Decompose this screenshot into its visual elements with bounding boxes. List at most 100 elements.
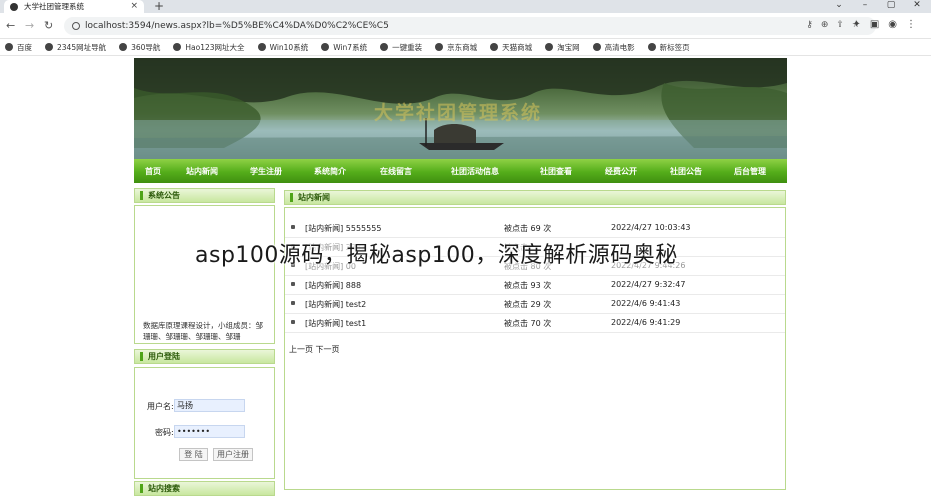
site-info-icon[interactable] — [72, 22, 80, 30]
bookmark-label: 新标签页 — [659, 42, 690, 52]
nav-item[interactable]: 社团公告 — [670, 166, 702, 177]
header-bar-icon — [290, 193, 293, 202]
globe-icon — [257, 43, 266, 51]
globe-icon — [119, 43, 128, 51]
bookmark-label: 一键重装 — [392, 42, 423, 52]
globe-icon — [45, 43, 53, 51]
globe-icon — [435, 43, 444, 51]
post-time: 2022/4/6 9:41:29 — [611, 318, 681, 327]
maximize-icon[interactable]: ▢ — [878, 0, 904, 10]
news-row[interactable]: [站内新闻] test1 被点击 70 次 2022/4/6 9:41:29 — [285, 314, 785, 333]
header-bar-icon — [140, 484, 143, 493]
favicon-icon — [10, 2, 18, 11]
nav-item[interactable]: 系统简介 — [314, 166, 346, 177]
bookmark-item[interactable]: 360导航 — [119, 42, 160, 53]
post-time: 2022/4/27 10:03:43 — [611, 223, 691, 232]
login-panel: 用户名: 马扬 密码: ••••••• 登 陆 用户注册 — [134, 367, 275, 479]
password-label: 密码: — [155, 428, 174, 437]
forward-icon[interactable]: → — [25, 19, 34, 32]
bookmark-label: 京东商城 — [447, 42, 478, 52]
nav-item[interactable]: 学生注册 — [250, 166, 282, 177]
share-icon[interactable]: ⇪ — [836, 20, 852, 30]
dropdown-icon[interactable]: ⌄ — [826, 0, 852, 10]
web-page: 大学社团管理系统 首页 站内新闻 学生注册 系统简介 在线留言 社团活动信息 社团查看 经费公… — [134, 58, 787, 496]
bookmark-label: 高清电影 — [604, 42, 635, 52]
address-bar: ← → ↻ localhost:3594/news.aspx?lb=%D5%BE… — [0, 13, 931, 39]
url-field[interactable]: localhost:3594/news.aspx?lb=%D5%BE%C4%DA… — [64, 17, 876, 35]
nav-item[interactable]: 在线留言 — [380, 166, 412, 177]
notice-title: 系统公告 — [148, 191, 180, 200]
bullet-icon — [291, 225, 295, 229]
bookmark-label: 淘宝网 — [557, 42, 580, 52]
tab-strip: 大学社团管理系统 × + ⌄ – ▢ ✕ — [0, 0, 931, 13]
main-nav: 首页 站内新闻 学生注册 系统简介 在线留言 社团活动信息 社团查看 经费公开 社团公告 后台管理 — [134, 159, 787, 183]
news-row[interactable]: [站内新闻] test2 被点击 29 次 2022/4/6 9:41:43 — [285, 295, 785, 314]
bookmark-item[interactable]: 京东商城 — [435, 42, 477, 53]
nav-item[interactable]: 社团活动信息 — [451, 166, 499, 177]
nav-item[interactable]: 社团查看 — [540, 166, 572, 177]
nav-item[interactable]: 首页 — [145, 166, 161, 177]
close-window-icon[interactable]: ✕ — [904, 0, 930, 10]
reload-icon[interactable]: ↻ — [44, 19, 53, 32]
bookmark-item[interactable]: 2345网址导航 — [45, 42, 106, 53]
bookmark-item[interactable]: 新标签页 — [647, 42, 690, 53]
menu-icon[interactable]: ⋮ — [906, 19, 925, 30]
bookmark-item[interactable]: 天猫商城 — [490, 42, 532, 53]
banner-title: 大学社团管理系统 — [374, 102, 543, 124]
username-label: 用户名: — [147, 402, 174, 411]
bookmark-item[interactable]: Hao123网址大全 — [173, 42, 245, 53]
browser-tab[interactable]: 大学社团管理系统 × — [4, 0, 144, 13]
extensions-icon[interactable]: ✦ — [852, 19, 869, 30]
news-title-link[interactable]: [站内新闻] test1 — [305, 318, 366, 329]
bookmark-item[interactable]: Win10系统 — [257, 42, 308, 53]
notice-text: 数据库原理课程设计，小组成员：邹珊珊、邹珊珊、邹珊珊、邹珊 — [143, 321, 263, 341]
register-button[interactable]: 用户注册 — [213, 448, 253, 461]
globe-icon — [545, 43, 554, 51]
sidepanel-icon[interactable]: ▣ — [870, 19, 888, 30]
post-time: 2022/4/6 9:41:43 — [611, 299, 681, 308]
click-count: 被点击 69 次 — [504, 224, 552, 233]
url-text: localhost:3594/news.aspx?lb=%D5%BE%C4%DA… — [85, 21, 389, 31]
click-count: 被点击 29 次 — [504, 300, 552, 309]
bullet-icon — [291, 282, 295, 286]
globe-icon — [321, 43, 330, 51]
news-title-link[interactable]: [站内新闻] test2 — [305, 299, 366, 310]
news-title: 站内新闻 — [298, 193, 330, 202]
key-icon[interactable]: ⚷ — [806, 20, 821, 30]
close-tab-icon[interactable]: × — [130, 1, 138, 11]
username-input[interactable]: 马扬 — [174, 399, 245, 412]
login-button[interactable]: 登 陆 — [179, 448, 208, 461]
search-title: 站内搜索 — [148, 484, 180, 493]
bullet-icon — [291, 320, 295, 324]
bookmark-item[interactable]: 高清电影 — [592, 42, 635, 53]
new-tab-icon[interactable]: + — [154, 0, 164, 13]
news-title-link[interactable]: [站内新闻] 888 — [305, 280, 361, 291]
globe-icon — [5, 43, 13, 51]
pager[interactable]: 上一页 下一页 — [289, 344, 340, 355]
header-bar-icon — [140, 191, 143, 200]
profile-icon[interactable]: ◉ — [888, 19, 906, 30]
notice-panel: 数据库原理课程设计，小组成员：邹珊珊、邹珊珊、邹珊珊、邹珊 — [134, 205, 275, 344]
bookmark-item[interactable]: 淘宝网 — [545, 42, 580, 53]
bookmark-label: Win7系统 — [333, 42, 368, 52]
back-icon[interactable]: ← — [6, 19, 15, 32]
bookmark-label: 2345网址导航 — [57, 42, 107, 52]
nav-item[interactable]: 后台管理 — [734, 166, 766, 177]
password-input[interactable]: ••••••• — [174, 425, 245, 438]
news-row[interactable]: [站内新闻] 5555555 被点击 69 次 2022/4/27 10:03:43 — [285, 219, 785, 238]
bookmark-label: Hao123网址大全 — [185, 42, 245, 52]
news-row[interactable]: [站内新闻] 888 被点击 93 次 2022/4/27 9:32:47 — [285, 276, 785, 295]
nav-item[interactable]: 经费公开 — [605, 166, 637, 177]
bookmark-item[interactable]: 百度 — [5, 42, 32, 53]
news-title-link[interactable]: [站内新闻] 5555555 — [305, 223, 381, 234]
bookmark-item[interactable]: 一键重装 — [380, 42, 422, 53]
globe-icon — [380, 43, 389, 51]
tab-title: 大学社团管理系统 — [24, 2, 84, 11]
bookmark-item[interactable]: Win7系统 — [321, 42, 367, 53]
minimize-icon[interactable]: – — [852, 0, 878, 10]
bookmark-label: 360导航 — [131, 42, 161, 52]
nav-item[interactable]: 站内新闻 — [186, 166, 218, 177]
globe-icon — [647, 43, 656, 51]
zoom-icon[interactable]: ⊕ — [821, 20, 837, 30]
header-bar-icon — [140, 352, 143, 361]
